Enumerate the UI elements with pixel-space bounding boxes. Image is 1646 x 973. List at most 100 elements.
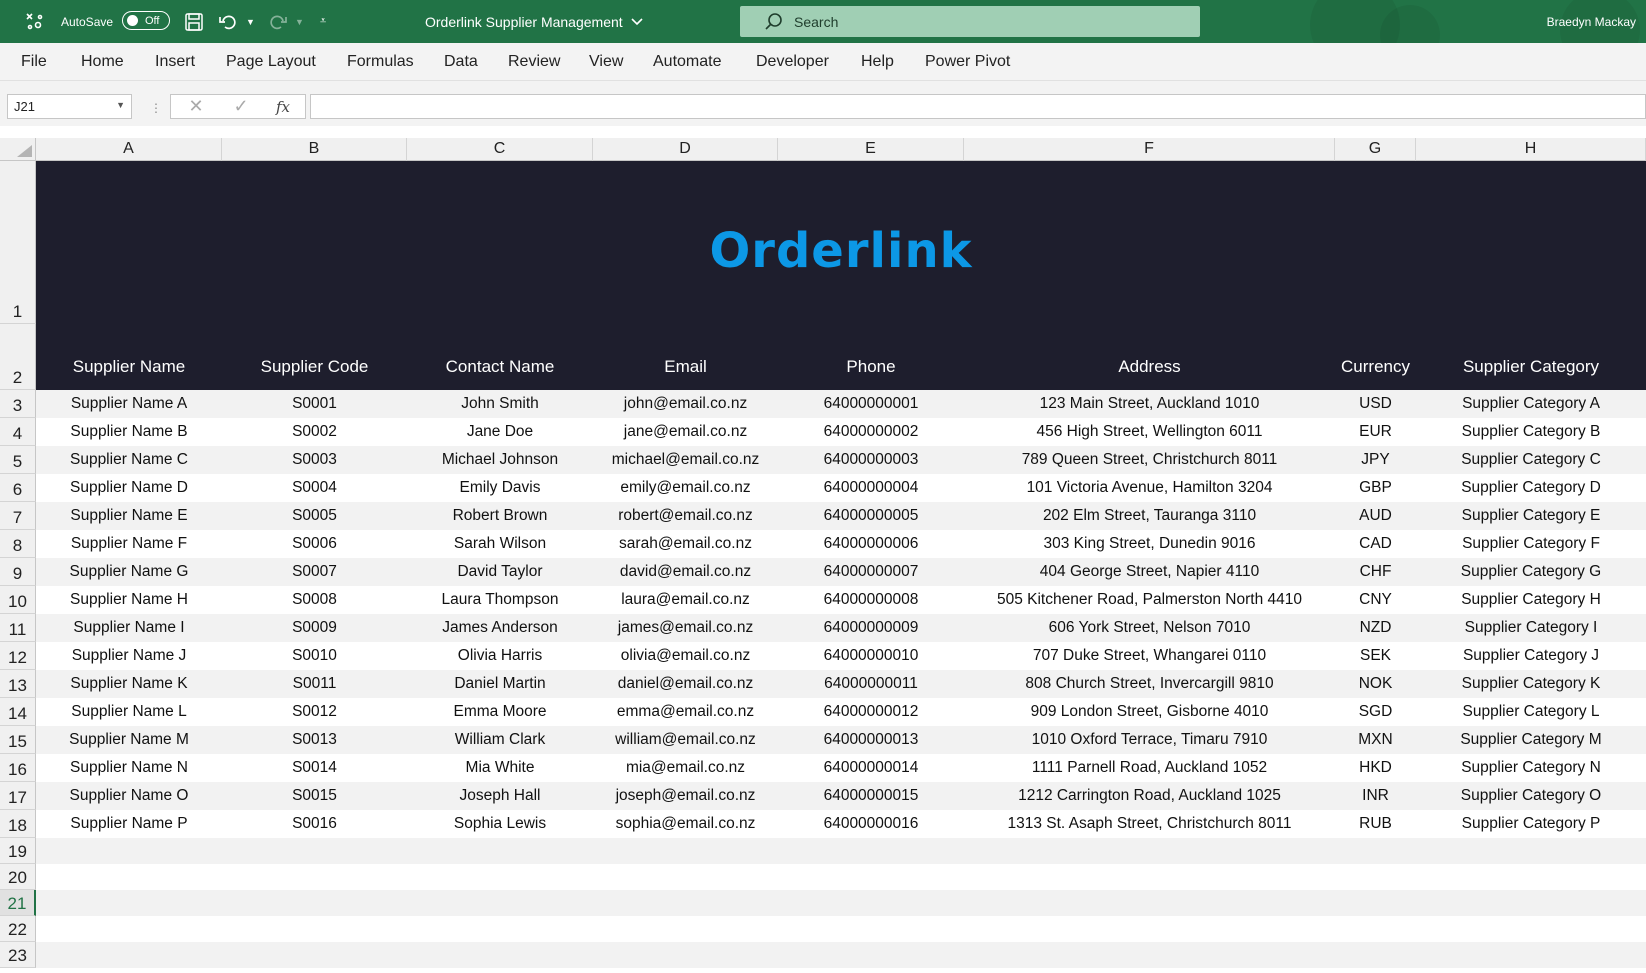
cell-currency[interactable]: SEK (1335, 642, 1416, 670)
cell-contact-name[interactable]: Robert Brown (407, 502, 593, 530)
cell-supplier-category[interactable]: Supplier Category O (1416, 782, 1646, 810)
cell-currency[interactable]: NZD (1335, 614, 1416, 642)
cell-currency[interactable]: EUR (1335, 418, 1416, 446)
cell-supplier-name[interactable]: Supplier Name H (36, 586, 222, 614)
cell-address[interactable]: 123 Main Street, Auckland 1010 (964, 390, 1335, 418)
cell-contact-name[interactable]: James Anderson (407, 614, 593, 642)
cell-email[interactable]: william@email.co.nz (593, 726, 778, 754)
cell-supplier-code[interactable]: S0016 (222, 810, 407, 838)
document-title-button[interactable]: Orderlink Supplier Management (425, 0, 643, 43)
cell-supplier-category[interactable]: Supplier Category C (1416, 446, 1646, 474)
header-supplier-name[interactable]: Supplier Name (36, 347, 222, 387)
cell-phone[interactable]: 64000000002 (778, 418, 964, 446)
cell-supplier-category[interactable]: Supplier Category D (1416, 474, 1646, 502)
cell-phone[interactable]: 64000000016 (778, 810, 964, 838)
cell-address[interactable]: 808 Church Street, Invercargill 9810 (964, 670, 1335, 698)
row-header-20[interactable]: 20 (0, 864, 36, 890)
search-box[interactable]: Search (740, 6, 1200, 37)
cell-supplier-category[interactable]: Supplier Category H (1416, 586, 1646, 614)
cell-email[interactable]: james@email.co.nz (593, 614, 778, 642)
tab-formulas[interactable]: Formulas (347, 43, 414, 80)
header-email[interactable]: Email (593, 347, 778, 387)
cell-address[interactable]: 1111 Parnell Road, Auckland 1052 (964, 754, 1335, 782)
header-address[interactable]: Address (964, 347, 1335, 387)
cell-address[interactable]: 1010 Oxford Terrace, Timaru 7910 (964, 726, 1335, 754)
cell-address[interactable]: 1313 St. Asaph Street, Christchurch 8011 (964, 810, 1335, 838)
cell-contact-name[interactable]: Laura Thompson (407, 586, 593, 614)
cell-supplier-category[interactable]: Supplier Category B (1416, 418, 1646, 446)
cell-contact-name[interactable]: Jane Doe (407, 418, 593, 446)
insert-function-icon[interactable]: fx (268, 95, 298, 118)
name-box[interactable]: J21 ▼ (7, 94, 132, 119)
cell-supplier-name[interactable]: Supplier Name D (36, 474, 222, 502)
more-options-icon[interactable]: ⋮ (150, 101, 162, 115)
cell-email[interactable]: michael@email.co.nz (593, 446, 778, 474)
header-supplier-category[interactable]: Supplier Category (1416, 347, 1646, 387)
row-header-8[interactable]: 8 (0, 530, 36, 558)
cell-contact-name[interactable]: William Clark (407, 726, 593, 754)
row-header-12[interactable]: 12 (0, 642, 36, 670)
column-header-c[interactable]: C (407, 138, 593, 161)
cell-email[interactable]: mia@email.co.nz (593, 754, 778, 782)
cell-supplier-category[interactable]: Supplier Category N (1416, 754, 1646, 782)
cell-currency[interactable]: CAD (1335, 530, 1416, 558)
cell-phone[interactable]: 64000000004 (778, 474, 964, 502)
tab-help[interactable]: Help (861, 43, 894, 80)
tab-insert[interactable]: Insert (155, 43, 195, 80)
cell-supplier-code[interactable]: S0014 (222, 754, 407, 782)
cell-contact-name[interactable]: David Taylor (407, 558, 593, 586)
header-contact-name[interactable]: Contact Name (407, 347, 593, 387)
cell-supplier-category[interactable]: Supplier Category A (1416, 390, 1646, 418)
cell-address[interactable]: 1212 Carrington Road, Auckland 1025 (964, 782, 1335, 810)
cell-contact-name[interactable]: John Smith (407, 390, 593, 418)
customize-toolbar-icon[interactable]: ⩡ (320, 0, 326, 43)
cell-supplier-name[interactable]: Supplier Name L (36, 698, 222, 726)
cell-supplier-category[interactable]: Supplier Category E (1416, 502, 1646, 530)
cell-supplier-category[interactable]: Supplier Category P (1416, 810, 1646, 838)
cell-supplier-code[interactable]: S0010 (222, 642, 407, 670)
row-header-22[interactable]: 22 (0, 916, 36, 942)
cell-currency[interactable]: MXN (1335, 726, 1416, 754)
cell-supplier-code[interactable]: S0003 (222, 446, 407, 474)
cell-email[interactable]: daniel@email.co.nz (593, 670, 778, 698)
column-header-g[interactable]: G (1335, 138, 1416, 161)
cell-currency[interactable]: GBP (1335, 474, 1416, 502)
cell-currency[interactable]: USD (1335, 390, 1416, 418)
tab-power-pivot[interactable]: Power Pivot (925, 43, 1010, 80)
cell-supplier-code[interactable]: S0001 (222, 390, 407, 418)
cell-supplier-code[interactable]: S0007 (222, 558, 407, 586)
cell-supplier-code[interactable]: S0006 (222, 530, 407, 558)
cell-supplier-category[interactable]: Supplier Category I (1416, 614, 1646, 642)
save-icon[interactable] (184, 0, 204, 43)
cell-address[interactable]: 101 Victoria Avenue, Hamilton 3204 (964, 474, 1335, 502)
cell-address[interactable]: 789 Queen Street, Christchurch 8011 (964, 446, 1335, 474)
cell-contact-name[interactable]: Olivia Harris (407, 642, 593, 670)
row-header-11[interactable]: 11 (0, 614, 36, 642)
cell-email[interactable]: jane@email.co.nz (593, 418, 778, 446)
empty-row-22[interactable] (36, 916, 1646, 942)
header-supplier-code[interactable]: Supplier Code (222, 347, 407, 387)
cell-email[interactable]: sophia@email.co.nz (593, 810, 778, 838)
cancel-icon[interactable]: ✕ (181, 95, 211, 118)
cell-phone[interactable]: 64000000001 (778, 390, 964, 418)
cell-phone[interactable]: 64000000010 (778, 642, 964, 670)
cell-email[interactable]: olivia@email.co.nz (593, 642, 778, 670)
cell-currency[interactable]: JPY (1335, 446, 1416, 474)
cell-contact-name[interactable]: Michael Johnson (407, 446, 593, 474)
cell-contact-name[interactable]: Daniel Martin (407, 670, 593, 698)
cell-email[interactable]: robert@email.co.nz (593, 502, 778, 530)
cell-address[interactable]: 505 Kitchener Road, Palmerston North 441… (964, 586, 1335, 614)
user-account[interactable]: Braedyn Mackay (1547, 0, 1636, 43)
cell-supplier-name[interactable]: Supplier Name N (36, 754, 222, 782)
row-header-7[interactable]: 7 (0, 502, 36, 530)
cell-address[interactable]: 707 Duke Street, Whangarei 0110 (964, 642, 1335, 670)
cell-supplier-name[interactable]: Supplier Name B (36, 418, 222, 446)
row-header-9[interactable]: 9 (0, 558, 36, 586)
cell-phone[interactable]: 64000000009 (778, 614, 964, 642)
cell-phone[interactable]: 64000000003 (778, 446, 964, 474)
chevron-down-icon[interactable]: ▼ (116, 100, 125, 110)
row-header-2[interactable]: 2 (0, 324, 36, 390)
cell-supplier-name[interactable]: Supplier Name G (36, 558, 222, 586)
empty-row-19[interactable] (36, 838, 1646, 864)
column-header-d[interactable]: D (593, 138, 778, 161)
